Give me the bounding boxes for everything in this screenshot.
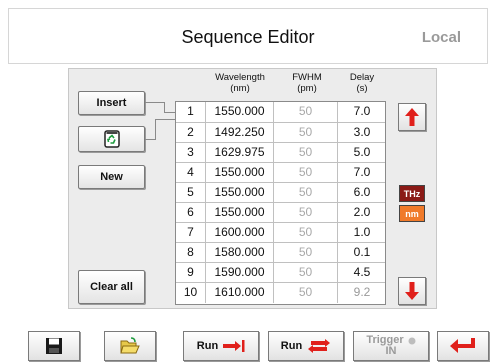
delay-cell[interactable]: 9.2 (338, 283, 386, 303)
run-loop-button[interactable]: Run (268, 331, 344, 361)
run-once-label: Run (196, 340, 219, 352)
table-row[interactable]: 7 1600.000 50 1.0 (176, 222, 386, 243)
insert-connector (164, 102, 165, 112)
delay-cell[interactable]: 0.1 (338, 243, 386, 263)
column-unit: (pm) (297, 83, 317, 94)
table-row[interactable]: 9 1590.000 50 4.5 (176, 262, 386, 283)
table-row[interactable]: 2 1492.250 50 3.0 (176, 122, 386, 143)
column-header-fwhm: FWHM (pm) (282, 72, 332, 94)
row-index: 8 (176, 243, 206, 263)
run-once-button[interactable]: Run (183, 331, 259, 361)
fwhm-cell[interactable]: 50 (274, 223, 338, 243)
column-title: Delay (349, 72, 375, 83)
row-index: 3 (176, 143, 206, 163)
return-arrow-icon (450, 338, 475, 353)
loop-arrows-icon (308, 339, 331, 353)
column-title: Wavelength (215, 72, 265, 83)
column-unit: (s) (356, 83, 368, 94)
delay-cell[interactable]: 2.0 (338, 203, 386, 223)
open-folder-icon (120, 337, 140, 354)
table-row[interactable]: 1 1550.000 50 7.0 (176, 102, 385, 122)
clear-all-button[interactable]: Clear all (78, 270, 145, 304)
run-loop-label: Run (280, 340, 303, 352)
wavelength-cell[interactable]: 1492.250 (206, 123, 274, 143)
unit-nm-button[interactable]: nm (399, 205, 425, 222)
delete-connector (155, 119, 156, 140)
fwhm-cell[interactable]: 50 (274, 163, 338, 183)
delay-cell[interactable]: 7.0 (338, 102, 386, 122)
wavelength-cell[interactable]: 1580.000 (206, 243, 274, 263)
header-bar: Sequence Editor Local (8, 8, 488, 64)
fwhm-cell[interactable]: 50 (274, 102, 338, 122)
mode-indicator: Local (421, 29, 461, 46)
fwhm-cell[interactable]: 50 (274, 283, 338, 303)
trigger-led-icon (408, 337, 416, 344)
row-index: 7 (176, 223, 206, 243)
column-title: FWHM (292, 72, 322, 83)
row-index: 6 (176, 203, 206, 223)
row-index: 2 (176, 123, 206, 143)
delete-button[interactable] (78, 126, 145, 152)
fwhm-cell[interactable]: 50 (274, 243, 338, 263)
delay-cell[interactable]: 6.0 (338, 183, 386, 203)
wavelength-cell[interactable]: 1600.000 (206, 223, 274, 243)
page-title: Sequence Editor (181, 27, 315, 47)
row-index: 4 (176, 163, 206, 183)
wavelength-cell[interactable]: 1610.000 (206, 283, 274, 303)
arrow-up-icon (405, 108, 419, 126)
delay-cell[interactable]: 3.0 (338, 123, 386, 143)
fwhm-cell[interactable]: 50 (274, 203, 338, 223)
save-button[interactable] (28, 331, 80, 361)
column-header-delay: Delay (s) (340, 72, 384, 94)
move-up-button[interactable] (398, 103, 426, 131)
delay-cell[interactable]: 1.0 (338, 223, 386, 243)
fwhm-cell[interactable]: 50 (274, 123, 338, 143)
table-row[interactable]: 6 1550.000 50 2.0 (176, 202, 386, 223)
sequence-table: 1 1550.000 50 7.0 2 1492.250 50 3.0 3 16… (175, 101, 386, 305)
row-index: 1 (176, 102, 206, 122)
delete-connector (155, 119, 175, 120)
wavelength-cell[interactable]: 1550.000 (206, 163, 274, 183)
row-index: 9 (176, 263, 206, 283)
wavelength-cell[interactable]: 1550.000 (206, 203, 274, 223)
table-row[interactable]: 4 1550.000 50 7.0 (176, 162, 386, 183)
insert-button[interactable]: Insert (78, 91, 145, 115)
arrow-down-icon (405, 282, 419, 300)
wavelength-cell[interactable]: 1550.000 (206, 183, 274, 203)
fwhm-cell[interactable]: 50 (274, 183, 338, 203)
column-header-wavelength: Wavelength (nm) (205, 72, 275, 94)
trigger-sub-label: IN (385, 345, 397, 357)
delay-cell[interactable]: 5.0 (338, 143, 386, 163)
fwhm-cell[interactable]: 50 (274, 143, 338, 163)
return-button[interactable] (437, 331, 489, 361)
insert-connector (164, 112, 175, 113)
open-folder-button[interactable] (104, 331, 156, 361)
wavelength-cell[interactable]: 1550.000 (206, 102, 274, 122)
new-button[interactable]: New (78, 165, 145, 189)
trigger-in-button[interactable]: Trigger IN (353, 331, 429, 361)
column-unit: (nm) (230, 83, 250, 94)
unit-thz-button[interactable]: THz (399, 185, 425, 202)
trigger-label: Trigger (366, 334, 404, 346)
delete-connector (145, 139, 155, 140)
run-to-end-icon (223, 340, 245, 352)
insert-connector (145, 102, 165, 103)
recycle-bin-icon (103, 130, 120, 148)
delay-cell[interactable]: 7.0 (338, 163, 386, 183)
fwhm-cell[interactable]: 50 (274, 263, 338, 283)
row-index: 5 (176, 183, 206, 203)
row-index: 10 (176, 283, 206, 303)
move-down-button[interactable] (398, 277, 426, 305)
table-row[interactable]: 8 1580.000 50 0.1 (176, 242, 386, 263)
wavelength-cell[interactable]: 1629.975 (206, 143, 274, 163)
table-row[interactable]: 3 1629.975 50 5.0 (176, 142, 386, 163)
delay-cell[interactable]: 4.5 (338, 263, 386, 283)
table-row[interactable]: 10 1610.000 50 9.2 (176, 282, 386, 303)
table-row[interactable]: 5 1550.000 50 6.0 (176, 182, 386, 203)
wavelength-cell[interactable]: 1590.000 (206, 263, 274, 283)
floppy-disk-icon (46, 338, 62, 354)
